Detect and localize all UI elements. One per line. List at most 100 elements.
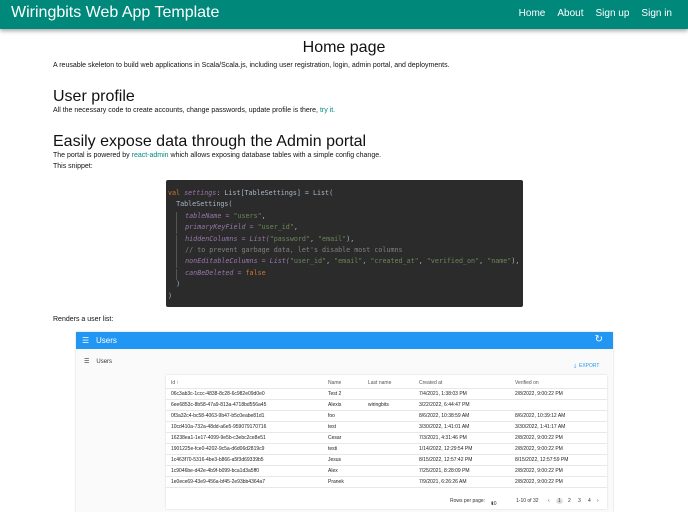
cell-verified-on: 2/8/2022, 9:00:22 PM xyxy=(515,446,563,452)
sidebar-item-label: Users xyxy=(96,359,113,365)
cell-created-at: 7/3/2021, 4:31:46 PM xyxy=(419,435,467,441)
list-icon: ☰ xyxy=(84,359,90,365)
rows-per-page-label: Rows per page: xyxy=(450,498,486,504)
user-list-preview: ☰ Users ↻ ☰ Users ⤓ EXPORT Id ↑ Name Last… xyxy=(76,332,613,512)
code-line: // to prevent garbage data, let's disabl… xyxy=(166,245,523,257)
code-token: hiddenColumns = List( xyxy=(185,234,270,243)
code-token: "email" xyxy=(334,257,363,266)
cell-verified-on: 2/8/2022, 9:00:22 PM xyxy=(515,479,563,485)
brand-title[interactable]: Wiringbits Web App Template xyxy=(11,4,219,22)
snippet-label: This snippet: xyxy=(53,163,93,170)
code-token: ) xyxy=(176,280,181,289)
code-token: "user_id" xyxy=(257,223,294,232)
cell-id: 6ee6853c-8b58-47a9-813a-4718bd556a45 xyxy=(171,402,267,408)
profile-heading: User profile xyxy=(53,88,135,105)
page-1-button[interactable]: 1 xyxy=(556,498,563,504)
cell-verified-on: 8/15/2022, 12:57:59 PM xyxy=(515,457,569,463)
code-token: canBeDeleted = xyxy=(185,268,246,277)
cell-verified-on: 2/8/2022, 9:00:22 PM xyxy=(515,468,563,474)
code-line: hiddenColumns = List("password", "email"… xyxy=(166,234,523,246)
export-button[interactable]: ⤓ EXPORT xyxy=(574,363,599,369)
page-2-button[interactable]: 2 xyxy=(568,498,571,504)
code-comment: // to prevent garbage data, let's disabl… xyxy=(185,245,403,254)
col-last-name[interactable]: Last name xyxy=(368,380,391,386)
table-row[interactable]: 1e0ece69-43e9-456a-bf45-2e93bb4364a7 Pran… xyxy=(166,476,607,488)
code-line: ) xyxy=(166,292,523,303)
code-line: tableName = "users", xyxy=(166,211,523,223)
col-created-at[interactable]: Created at xyxy=(419,380,442,386)
page-4-button[interactable]: 4 xyxy=(588,498,591,504)
try-it-link[interactable]: try it. xyxy=(320,107,335,114)
cell-id: 0f3a32c4-bc58-4063-9b47-b5c0eabe81d1 xyxy=(171,413,265,419)
cell-name: Alexis xyxy=(328,402,342,408)
cell-name: Test 2 xyxy=(328,391,342,397)
cell-verified-on: 8/6/2022, 10:39:12 AM xyxy=(515,413,566,419)
code-token: tableName = xyxy=(185,211,234,220)
col-name[interactable]: Name xyxy=(328,380,341,386)
code-token: "created_at" xyxy=(370,257,419,266)
code-token: settings xyxy=(184,189,217,197)
cell-verified-on: 2/8/2022, 9:00:22 PM xyxy=(515,391,563,397)
cell-name: Alex xyxy=(328,468,338,474)
chevron-down-icon: ▾ xyxy=(491,501,494,507)
page-title: Home page xyxy=(302,39,386,56)
code-token: "password" xyxy=(269,234,310,243)
code-token: TableSettings( xyxy=(176,200,233,209)
admin-app-bar: ☰ Users ↻ xyxy=(76,332,613,349)
cell-id: 1c9046be-d42e-4b9f-b099-bca1d3a5ff0 xyxy=(171,468,260,474)
code-token: "verified_on" xyxy=(426,257,480,266)
col-verified-on[interactable]: Verified on xyxy=(515,380,539,386)
code-snippet: val settings: List[TableSettings] = List… xyxy=(166,180,523,307)
code-token: : List[TableSettings] = List( xyxy=(216,189,334,197)
admin-bar-title: Users xyxy=(96,336,117,345)
code-token: nonEditableColumns = List( xyxy=(185,257,290,266)
code-line: TableSettings( xyxy=(166,200,523,211)
admin-text-before: The portal is powered by xyxy=(53,152,130,159)
col-id[interactable]: Id ↑ xyxy=(171,380,179,386)
cell-last-name: wiringbits xyxy=(368,402,389,408)
cell-verified-on: 2/8/2022, 9:00:22 PM xyxy=(515,435,563,441)
code-line: canBeDeleted = false xyxy=(166,268,523,280)
code-token: "name" xyxy=(487,257,512,266)
app-bar: Wiringbits Web App Template Home About S… xyxy=(0,0,688,29)
menu-icon[interactable]: ☰ xyxy=(82,336,89,345)
prev-page-icon[interactable]: ‹ xyxy=(548,498,550,504)
code-line: val settings: List[TableSettings] = List… xyxy=(166,189,523,200)
code-token: val xyxy=(168,189,181,197)
pagination: Rows per page: 10 ▾ 1-10 of 32 ‹ 1 2 3 4… xyxy=(166,495,607,507)
nav-sign-in[interactable]: Sign in xyxy=(641,8,672,19)
code-token: "user_id" xyxy=(289,257,327,266)
profile-text: All the necessary code to create account… xyxy=(53,107,335,114)
admin-text: The portal is powered by react-admin whi… xyxy=(53,152,381,159)
cell-created-at: 8/6/2022, 10:38:59 AM xyxy=(419,413,470,419)
code-token: primaryKeyField = xyxy=(185,223,258,232)
code-line: nonEditableColumns = List("user_id", "em… xyxy=(166,257,523,269)
react-admin-link[interactable]: react-admin xyxy=(132,152,169,159)
cell-created-at: 3/30/2022, 1:41:01 AM xyxy=(419,424,470,430)
download-icon: ⤓ xyxy=(574,363,577,369)
refresh-icon[interactable]: ↻ xyxy=(595,334,603,345)
page-range: 1-10 of 32 xyxy=(516,498,539,504)
cell-verified-on: 3/30/2022, 1:41:17 AM xyxy=(515,424,566,430)
code-token: false xyxy=(245,268,266,277)
code-token: ) xyxy=(168,291,173,300)
nav-sign-up[interactable]: Sign up xyxy=(596,8,630,19)
cell-created-at: 7/4/2021, 1:38:03 PM xyxy=(419,391,467,397)
code-token: "email" xyxy=(318,234,347,243)
next-page-icon[interactable]: › xyxy=(597,498,599,504)
cell-created-at: 8/15/2022, 12:57:42 PM xyxy=(419,457,473,463)
cell-name: Pranek xyxy=(328,479,344,485)
admin-heading: Easily expose data through the Admin por… xyxy=(53,133,367,150)
cell-id: 1901225e-fce0-4202-9c5a-d6d06d2819c9 xyxy=(171,446,265,452)
admin-text-after: which allows exposing database tables wi… xyxy=(170,152,382,159)
intro-text: A reusable skeleton to build web applica… xyxy=(53,62,450,69)
cell-created-at: 7/9/2021, 6:26:26 AM xyxy=(419,479,467,485)
nav-home[interactable]: Home xyxy=(519,8,546,19)
users-table: Id ↑ Name Last name Created at Verified … xyxy=(166,375,607,509)
page-3-button[interactable]: 3 xyxy=(578,498,581,504)
nav-about[interactable]: About xyxy=(557,8,583,19)
sidebar-item-users[interactable]: ☰ Users xyxy=(84,358,112,365)
cell-name: testi xyxy=(328,446,338,452)
renders-label: Renders a user list: xyxy=(53,316,114,323)
cell-id: 10cd410a-732a-48dd-a6e5-959079170716 xyxy=(171,424,267,430)
